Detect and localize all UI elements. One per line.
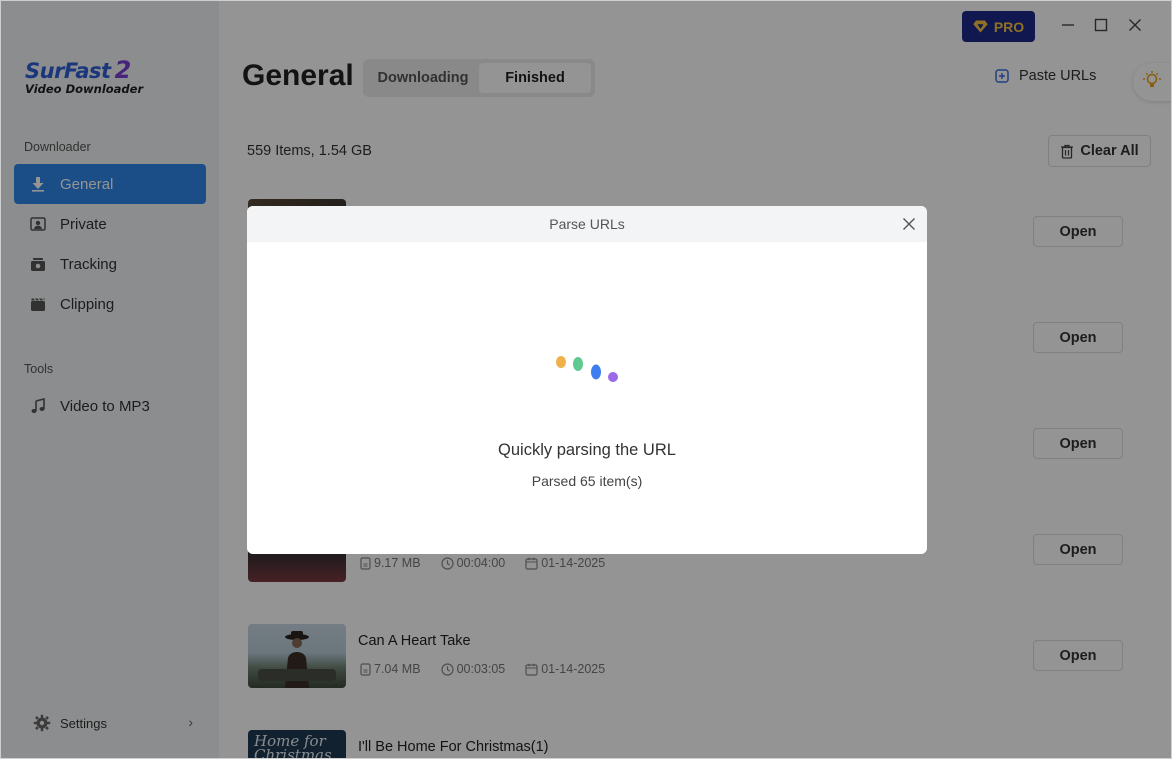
parse-urls-dialog: Parse URLs Quickly parsing the URL Parse… [247,206,927,554]
close-icon [903,218,915,230]
dialog-header: Parse URLs [247,206,927,242]
dialog-progress: Parsed 65 item(s) [531,473,643,489]
dialog-title: Parse URLs [549,216,625,232]
app-window: SurFast 2 Video Downloader Downloader Gen… [0,0,1172,759]
dialog-message: Quickly parsing the URL [498,441,676,459]
loading-spinner-icon [556,356,618,382]
dialog-close-button[interactable] [902,217,916,231]
